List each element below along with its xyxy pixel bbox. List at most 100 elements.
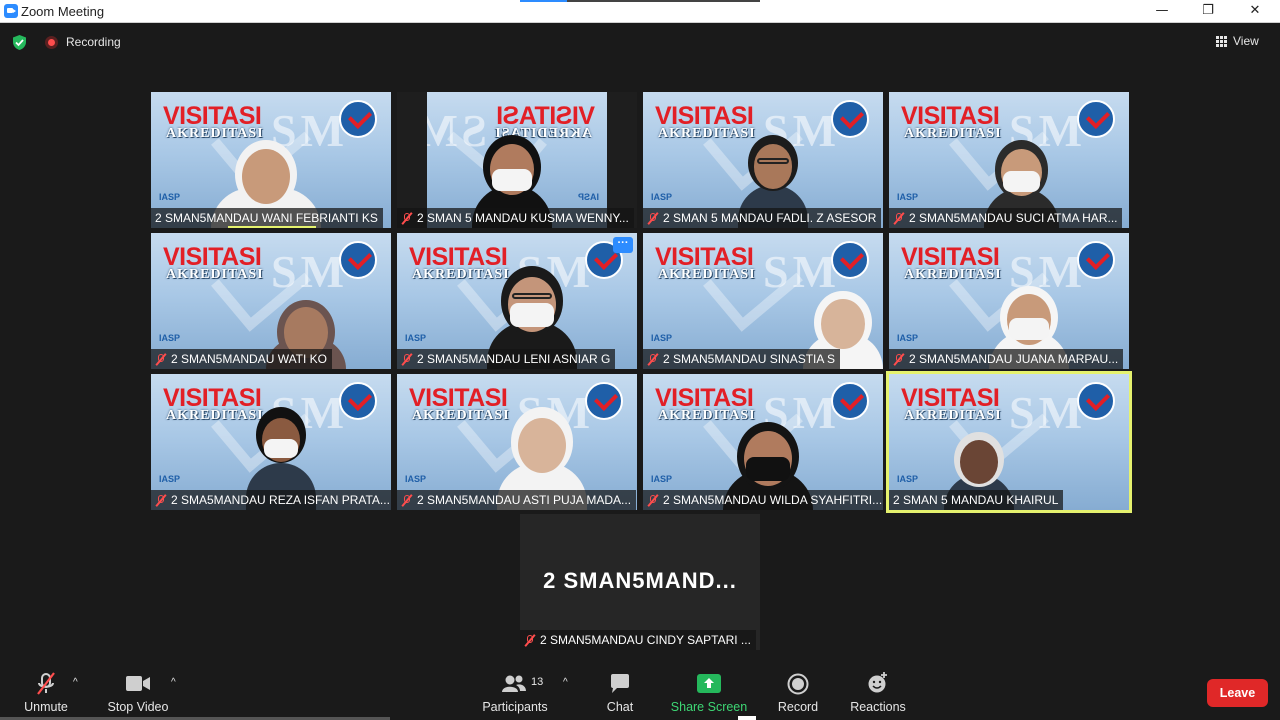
- participant-video-tile[interactable]: SM VISITASI AKREDITASI IASP 2 SMAN5MANDA…: [889, 92, 1129, 228]
- muted-mic-icon: [647, 211, 659, 225]
- participant-name: 2 SMAN5MANDAU WATI KO: [171, 352, 328, 366]
- background-iasp-text: IASP: [159, 333, 181, 343]
- participant-name-bar: 2 SMAN5MANDAU WANI FEBRIANTI KS: [151, 208, 383, 228]
- view-button[interactable]: View: [1216, 30, 1259, 52]
- ban-sm-logo-icon: [1077, 241, 1115, 279]
- background-banner-subtitle: AKREDITASI: [904, 267, 1002, 282]
- ban-sm-logo-icon: [339, 241, 377, 279]
- participant-name: 2 SMAN 5 MANDAU KUSMA WENNY...: [417, 211, 629, 225]
- participants-icon: [502, 675, 526, 692]
- participants-button[interactable]: Participants: [478, 660, 552, 720]
- muted-mic-icon: [155, 493, 167, 507]
- ban-sm-logo-icon: [585, 382, 623, 420]
- background-iasp-text: IASP: [159, 192, 181, 202]
- participant-initials: 2 SMAN5MAND...: [543, 568, 737, 593]
- reactions-icon: [868, 672, 887, 693]
- background-iasp-text: IASP: [651, 192, 673, 202]
- title-accent-line: [520, 0, 567, 2]
- share-screen-button[interactable]: Share Screen: [670, 660, 748, 720]
- view-label: View: [1233, 34, 1259, 48]
- participant-name-bar: 2 SMAN5MANDAU WILDA SYAHFITRI...: [643, 490, 883, 510]
- record-icon: [787, 673, 809, 695]
- reactions-label: Reactions: [850, 700, 906, 714]
- ban-sm-logo-icon: [831, 241, 869, 279]
- participant-name-bar: 2 SMAN 5 MANDAU KUSMA WENNY...: [397, 208, 634, 228]
- participant-tile-no-video[interactable]: 2 SMAN5MAND... 2 SMAN5MANDAU CINDY SAPTA…: [520, 514, 760, 650]
- background-iasp-text: IASP: [405, 333, 427, 343]
- window-title-bar: Zoom Meeting — ❐ ✕: [0, 0, 1280, 23]
- background-banner-subtitle: AKREDITASI: [412, 408, 510, 423]
- participant-video-tile[interactable]: SM VISITASI AKREDITASI IASP 2 SMAN5MANDA…: [397, 374, 637, 510]
- unmute-label: Unmute: [24, 700, 68, 714]
- ban-sm-logo-icon: [831, 382, 869, 420]
- participant-name-bar: 2 SMAN 5 MANDAU KHAIRUL: [889, 490, 1064, 510]
- participant-video-tile[interactable]: SM VISITASI AKREDITASI IASP 2 SMA5MANDAU…: [151, 374, 391, 510]
- ban-sm-logo-icon: [831, 100, 869, 138]
- more-options-button[interactable]: ···: [613, 237, 633, 253]
- close-icon[interactable]: ✕: [1232, 0, 1278, 23]
- share-screen-label: Share Screen: [670, 700, 748, 714]
- participant-video-tile[interactable]: SM VISITASI AKREDITASI IASP 2 SMAN5MANDA…: [151, 233, 391, 369]
- muted-mic-icon: [37, 672, 55, 695]
- share-indicator: [738, 716, 756, 720]
- meeting-toolbar: Unmute ^ Stop Video ^ Participants 13 ^ …: [0, 660, 1280, 720]
- ban-sm-logo-icon: [1077, 382, 1115, 420]
- participant-name-bar: 2 SMAN5MANDAU LENI ASNIAR G: [397, 349, 616, 369]
- participant-video-tile[interactable]: SM VISITASI AKREDITASI IASP ··· 2 SMAN5MA…: [397, 233, 637, 369]
- background-iasp-text: IASP: [405, 474, 427, 484]
- participant-video-tile[interactable]: SM VISITASI AKREDITASI IASP 2 SMAN5MANDA…: [643, 374, 883, 510]
- participant-video-tile[interactable]: SM VISITASI AKREDITASI IASP 2 SMAN 5 MAN…: [886, 371, 1132, 513]
- participant-video-tile[interactable]: SM VISITASI AKREDITASI IASP 2 SMAN5MANDA…: [889, 233, 1129, 369]
- window-title: Zoom Meeting: [21, 4, 105, 19]
- muted-mic-icon: [647, 493, 659, 507]
- shield-check-icon[interactable]: [11, 34, 28, 51]
- participant-video-tile[interactable]: SM VISITASI AKREDITASI IASP 2 SMAN5MANDA…: [643, 233, 883, 369]
- record-label: Record: [777, 700, 819, 714]
- muted-mic-icon: [401, 352, 413, 366]
- background-iasp-text: IASP: [897, 333, 919, 343]
- muted-mic-icon: [647, 352, 659, 366]
- recording-label[interactable]: Recording: [66, 35, 121, 49]
- participant-video-tile[interactable]: SM VISITASI AKREDITASI IASP 2 SMAN 5 MAN…: [397, 92, 637, 228]
- participant-name-bar: 2 SMAN5MANDAU SINASTIA S: [643, 349, 841, 369]
- participant-name: 2 SMAN5MANDAU LENI ASNIAR G: [417, 352, 611, 366]
- unmute-button[interactable]: Unmute: [14, 660, 78, 720]
- participant-name: 2 SMAN5MANDAU WILDA SYAHFITRI...: [663, 493, 883, 507]
- background-banner-subtitle: AKREDITASI: [904, 408, 1002, 423]
- participant-video-tile[interactable]: SM VISITASI AKREDITASI IASP 2 SMAN5MANDA…: [151, 92, 391, 228]
- participant-name: 2 SMA5MANDAU REZA ISFAN PRATA...: [171, 493, 390, 507]
- ban-sm-logo-icon: [1077, 100, 1115, 138]
- leave-button[interactable]: Leave: [1207, 679, 1268, 707]
- muted-mic-icon: [401, 493, 413, 507]
- participant-name-bar: 2 SMAN5MANDAU WATI KO: [151, 349, 333, 369]
- audio-options-caret-icon[interactable]: ^: [73, 677, 78, 688]
- participant-name: 2 SMAN5MANDAU JUANA MARPAU...: [909, 352, 1119, 366]
- ban-sm-logo-icon: [339, 382, 377, 420]
- background-iasp-text: IASP: [577, 192, 599, 202]
- record-button[interactable]: Record: [774, 660, 822, 720]
- participant-name: 2 SMAN5MANDAU SUCI ATMA HAR...: [909, 211, 1118, 225]
- recording-icon[interactable]: [45, 36, 58, 49]
- stop-video-label: Stop Video: [107, 700, 169, 714]
- stop-video-button[interactable]: Stop Video: [104, 660, 172, 720]
- restore-icon[interactable]: ❐: [1185, 0, 1231, 23]
- background-iasp-text: IASP: [897, 192, 919, 202]
- participant-name-bar: 2 SMAN5MANDAU JUANA MARPAU...: [889, 349, 1124, 369]
- audio-level-indicator: [228, 226, 316, 228]
- share-screen-icon: [697, 674, 721, 693]
- reactions-button[interactable]: Reactions: [846, 660, 910, 720]
- minimize-icon[interactable]: —: [1139, 0, 1185, 23]
- video-options-caret-icon[interactable]: ^: [171, 677, 176, 688]
- participant-name-bar: 2 SMA5MANDAU REZA ISFAN PRATA...: [151, 490, 391, 510]
- background-iasp-text: IASP: [651, 474, 673, 484]
- participants-label: Participants: [482, 700, 548, 714]
- participant-name-bar: 2 SMAN5MANDAU SUCI ATMA HAR...: [889, 208, 1123, 228]
- chat-button[interactable]: Chat: [600, 660, 640, 720]
- muted-mic-icon: [401, 211, 413, 225]
- participant-name: 2 SMAN5MANDAU CINDY SAPTARI ...: [540, 633, 751, 647]
- participant-video-tile[interactable]: SM VISITASI AKREDITASI IASP 2 SMAN 5 MAN…: [643, 92, 883, 228]
- background-banner-subtitle: AKREDITASI: [658, 267, 756, 282]
- chat-label: Chat: [606, 700, 634, 714]
- participants-options-caret-icon[interactable]: ^: [563, 677, 568, 688]
- background-banner-subtitle: AKREDITASI: [166, 267, 264, 282]
